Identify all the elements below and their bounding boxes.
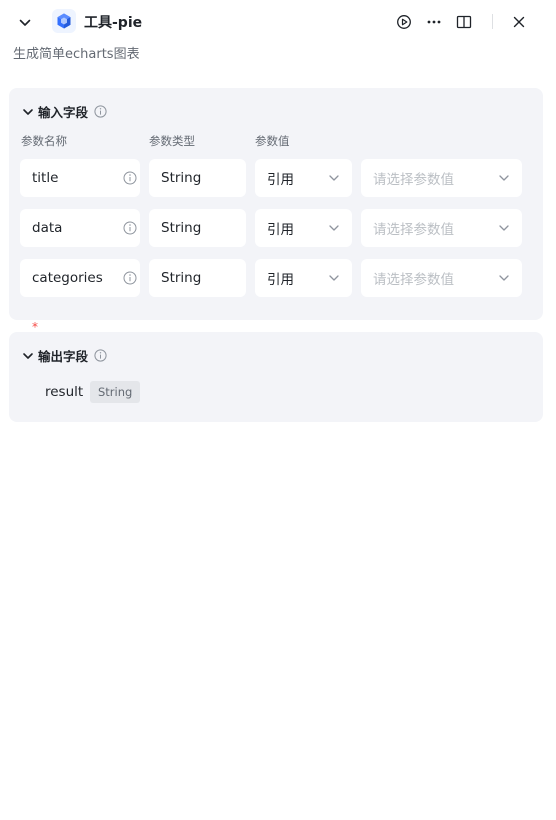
split-view-icon[interactable] xyxy=(455,13,473,31)
panel-header: 工具-pie xyxy=(0,0,556,44)
param-type-field[interactable]: String xyxy=(149,259,246,297)
param-value-select[interactable]: 请选择参数值 xyxy=(361,159,522,197)
chevron-down-icon xyxy=(496,170,512,186)
param-value-select[interactable]: 请选择参数值 xyxy=(361,259,522,297)
param-type-text: String xyxy=(161,170,202,186)
param-source-select[interactable]: 引用 xyxy=(255,209,352,247)
chevron-down-icon xyxy=(21,105,35,119)
param-type-text: String xyxy=(161,220,202,236)
param-name-text: categories xyxy=(32,270,103,286)
input-fields-section: 输入字段 参数名称 参数类型 参数值 title String 引用 请选择参数… xyxy=(9,88,543,320)
chevron-down-icon xyxy=(326,170,342,186)
tool-title: 工具-pie xyxy=(84,15,143,31)
chevron-down-icon xyxy=(326,270,342,286)
output-section-title: 输出字段 xyxy=(38,349,89,364)
close-icon[interactable] xyxy=(510,13,528,31)
column-header-name: 参数名称 xyxy=(21,134,67,148)
param-value-select[interactable]: 请选择参数值 xyxy=(361,209,522,247)
output-type-tag: String xyxy=(90,381,141,403)
column-header-type: 参数类型 xyxy=(149,134,195,148)
param-source-text: 引用 xyxy=(267,272,294,288)
param-type-field[interactable]: String xyxy=(149,209,246,247)
chevron-down-icon xyxy=(21,349,35,363)
output-fields-section: 输出字段 result String xyxy=(9,332,543,422)
param-source-select[interactable]: 引用 xyxy=(255,259,352,297)
input-section-title: 输入字段 xyxy=(38,105,89,120)
info-icon[interactable] xyxy=(122,270,138,286)
param-value-placeholder: 请选择参数值 xyxy=(373,222,454,238)
param-name-field[interactable]: data xyxy=(20,209,140,247)
info-icon[interactable] xyxy=(122,170,138,186)
param-name-field[interactable]: categories xyxy=(20,259,140,297)
run-icon[interactable] xyxy=(395,13,413,31)
param-name-text: data xyxy=(32,220,63,236)
param-value-placeholder: 请选择参数值 xyxy=(373,272,454,288)
param-source-select[interactable]: 引用 xyxy=(255,159,352,197)
param-value-placeholder: 请选择参数值 xyxy=(373,172,454,188)
chevron-down-icon xyxy=(496,270,512,286)
param-type-text: String xyxy=(161,270,202,286)
input-section-toggle[interactable]: 输入字段 xyxy=(21,102,107,121)
param-source-text: 引用 xyxy=(267,172,294,188)
param-type-field[interactable]: String xyxy=(149,159,246,197)
chevron-down-icon xyxy=(326,220,342,236)
collapse-chevron-icon[interactable] xyxy=(16,14,34,32)
param-name-field[interactable]: title xyxy=(20,159,140,197)
info-icon[interactable] xyxy=(122,220,138,236)
more-icon[interactable] xyxy=(425,13,443,31)
column-header-value: 参数值 xyxy=(255,134,290,148)
output-section-toggle[interactable]: 输出字段 xyxy=(21,346,107,365)
tool-description: 生成简单echarts图表 xyxy=(13,47,140,62)
info-icon[interactable] xyxy=(94,105,107,118)
tool-logo-icon xyxy=(52,9,76,33)
param-source-text: 引用 xyxy=(267,222,294,238)
output-field-name: result xyxy=(45,384,84,400)
param-name-text: title xyxy=(32,170,59,186)
header-divider xyxy=(492,14,493,29)
info-icon[interactable] xyxy=(94,349,107,362)
chevron-down-icon xyxy=(496,220,512,236)
